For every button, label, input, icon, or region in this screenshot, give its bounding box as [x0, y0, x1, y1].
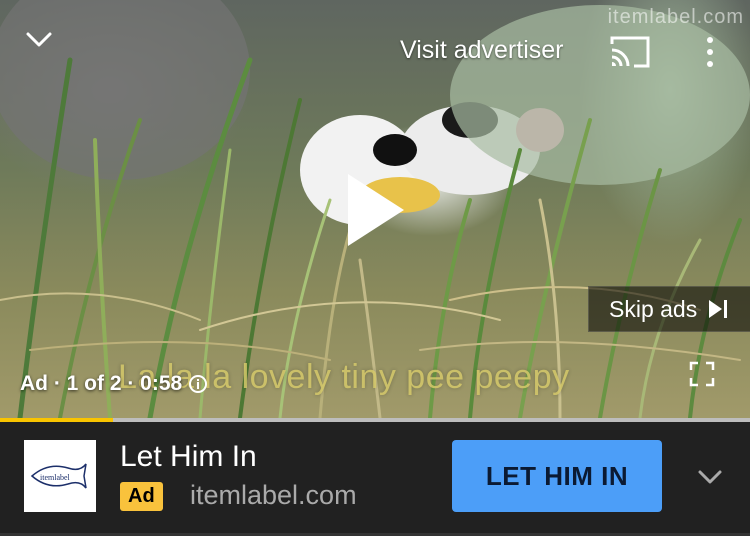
skip-ads-button[interactable]: Skip ads — [588, 286, 750, 332]
skip-ads-label: Skip ads — [609, 295, 698, 322]
ad-info: Ad · 1 of 2 · 0:58 — [20, 372, 208, 396]
fullscreen-icon[interactable] — [688, 360, 716, 388]
ad-title[interactable]: Let Him In — [120, 440, 257, 474]
more-vert-icon[interactable] — [700, 34, 720, 70]
fish-logo-icon: itemlabel — [30, 463, 87, 489]
cta-button[interactable]: LET HIM IN — [452, 440, 662, 512]
expand-chevron-icon[interactable] — [696, 466, 724, 486]
cast-icon[interactable] — [608, 34, 652, 70]
ad-card: itemlabel Let Him In Ad itemlabel.com LE… — [0, 422, 750, 536]
chevron-down-icon[interactable] — [22, 26, 56, 52]
ad-domain: itemlabel.com — [190, 480, 357, 510]
ad-info-text: Ad · 1 of 2 · 0:58 — [20, 372, 183, 395]
info-icon[interactable] — [188, 374, 208, 394]
skip-next-icon — [709, 300, 728, 318]
watermark: itemlabel.com — [607, 6, 744, 28]
advertiser-logo[interactable]: itemlabel — [24, 440, 96, 512]
ad-badge: Ad — [120, 482, 163, 511]
play-icon[interactable] — [338, 170, 408, 250]
svg-text:itemlabel: itemlabel — [40, 473, 71, 482]
video-player[interactable]: itemlabel.com Visit advertiser Skip ads … — [0, 0, 750, 418]
visit-advertiser-link[interactable]: Visit advertiser — [400, 36, 564, 65]
